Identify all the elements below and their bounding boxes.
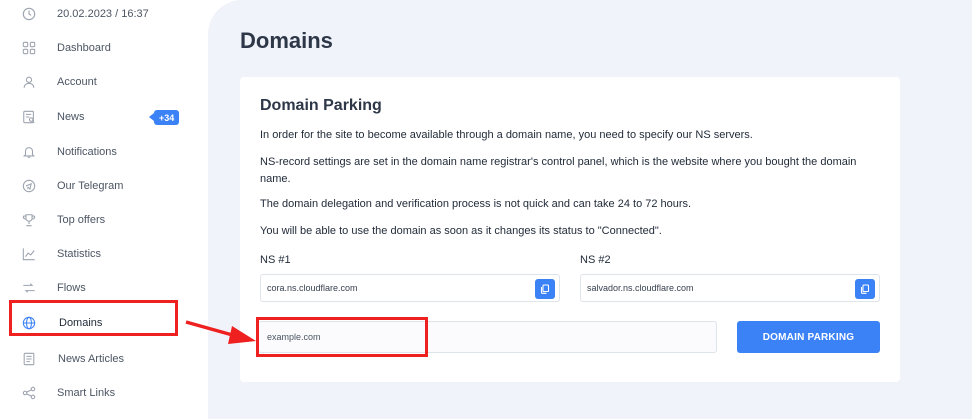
flows-icon [22, 281, 36, 295]
sidebar-item-dashboard[interactable]: Dashboard [22, 38, 111, 58]
bell-icon [22, 145, 36, 159]
sidebar-item-label: Smart Links [57, 387, 116, 399]
sidebar-item-statistics[interactable]: Statistics [22, 244, 101, 264]
sidebar-item-top-offers[interactable]: Top offers [22, 210, 105, 230]
domains-highlight-box [9, 300, 178, 336]
domain-input-highlight-box [256, 317, 428, 357]
sidebar-item-news-articles[interactable]: News Articles [22, 349, 124, 369]
chart-icon [22, 247, 36, 261]
ns1-field: cora.ns.cloudflare.com [260, 274, 560, 302]
sidebar-item-label: Statistics [57, 248, 102, 260]
domain-parking-button[interactable]: DOMAIN PARKING [737, 321, 880, 353]
ns2-label: NS #2 [580, 254, 611, 266]
grid-icon [22, 41, 36, 55]
sidebar-item-account[interactable]: Account [22, 72, 97, 92]
info-paragraph-3: The domain delegation and verification p… [260, 198, 692, 210]
copy-icon [540, 284, 550, 294]
sidebar-item-label: News Articles [58, 353, 125, 365]
ns1-value: cora.ns.cloudflare.com [267, 283, 358, 293]
sidebar-item-label: News [57, 111, 85, 123]
sidebar-item-label: Dashboard [57, 42, 111, 54]
sidebar-item-label: Account [57, 76, 97, 88]
sidebar-item-label: Our Telegram [57, 180, 124, 192]
ns1-label: NS #1 [260, 254, 291, 266]
sidebar-item-label: Top offers [57, 214, 106, 226]
info-paragraph-4: You will be able to use the domain as so… [260, 225, 662, 237]
sidebar-item-telegram[interactable]: Our Telegram [22, 176, 123, 196]
ns2-copy-button[interactable] [855, 279, 875, 299]
sidebar: 20.02.2023 / 16:37 Dashboard Account New… [0, 0, 208, 419]
ns2-field: salvador.ns.cloudflare.com [580, 274, 880, 302]
sidebar-item-label: Flows [57, 282, 86, 294]
page-title: Domains [240, 28, 333, 53]
document-icon [22, 352, 36, 366]
ns2-value: salvador.ns.cloudflare.com [587, 283, 694, 293]
sidebar-item-notifications[interactable]: Notifications [22, 142, 117, 162]
info-paragraph-2: NS-record settings are set in the domain… [260, 156, 857, 185]
news-icon [22, 110, 36, 124]
clock-icon [22, 7, 36, 21]
sidebar-item-news[interactable]: News [22, 107, 85, 127]
sidebar-item-smart-links[interactable]: Smart Links [22, 383, 115, 403]
sidebar-item-label: Notifications [57, 146, 117, 158]
info-paragraph-1: In order for the site to become availabl… [260, 129, 753, 141]
news-count-badge: +34 [148, 110, 180, 125]
user-icon [22, 75, 36, 89]
sidebar-datetime: 20.02.2023 / 16:37 [22, 4, 149, 24]
sidebar-item-flows[interactable]: Flows [22, 278, 86, 298]
trophy-icon [22, 213, 36, 227]
card-title: Domain Parking [260, 97, 382, 114]
copy-icon [860, 284, 870, 294]
datetime-text: 20.02.2023 / 16:37 [57, 8, 149, 20]
share-icon [22, 386, 36, 400]
telegram-icon [22, 179, 36, 193]
ns1-copy-button[interactable] [535, 279, 555, 299]
